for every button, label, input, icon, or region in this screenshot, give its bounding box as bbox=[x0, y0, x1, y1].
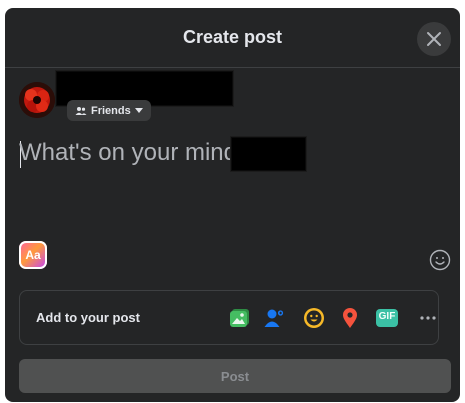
close-button[interactable] bbox=[417, 22, 451, 56]
post-composer-input[interactable]: What's on your mind, bbox=[19, 139, 244, 167]
feeling-activity-icon[interactable] bbox=[302, 306, 326, 330]
dialog-title: Create post bbox=[182, 27, 283, 47]
close-icon bbox=[427, 32, 441, 46]
create-post-dialog: Create post Friends What's on your mind,… bbox=[5, 8, 460, 402]
tag-people-icon[interactable] bbox=[262, 306, 286, 330]
audience-label: Friends bbox=[91, 104, 131, 117]
photo-video-icon[interactable] bbox=[228, 306, 252, 330]
check-in-icon[interactable] bbox=[338, 306, 362, 330]
friends-icon bbox=[75, 106, 87, 115]
audience-selector[interactable]: Friends bbox=[67, 100, 151, 121]
emoji-icon[interactable] bbox=[429, 249, 451, 271]
chevron-down-icon bbox=[134, 108, 143, 113]
background-picker-button[interactable]: Aa bbox=[19, 241, 47, 269]
redacted-first-name bbox=[230, 136, 307, 172]
background-picker-label: Aa bbox=[25, 248, 41, 262]
add-to-post-bar: Add to your post GIF bbox=[19, 290, 439, 345]
avatar bbox=[19, 82, 55, 118]
dialog-header: Create post bbox=[5, 8, 460, 68]
gif-icon[interactable]: GIF bbox=[375, 306, 399, 330]
add-to-post-label: Add to your post bbox=[36, 310, 140, 325]
post-button[interactable]: Post bbox=[19, 359, 451, 393]
more-icon[interactable] bbox=[416, 306, 440, 330]
gif-label: GIF bbox=[378, 311, 396, 322]
